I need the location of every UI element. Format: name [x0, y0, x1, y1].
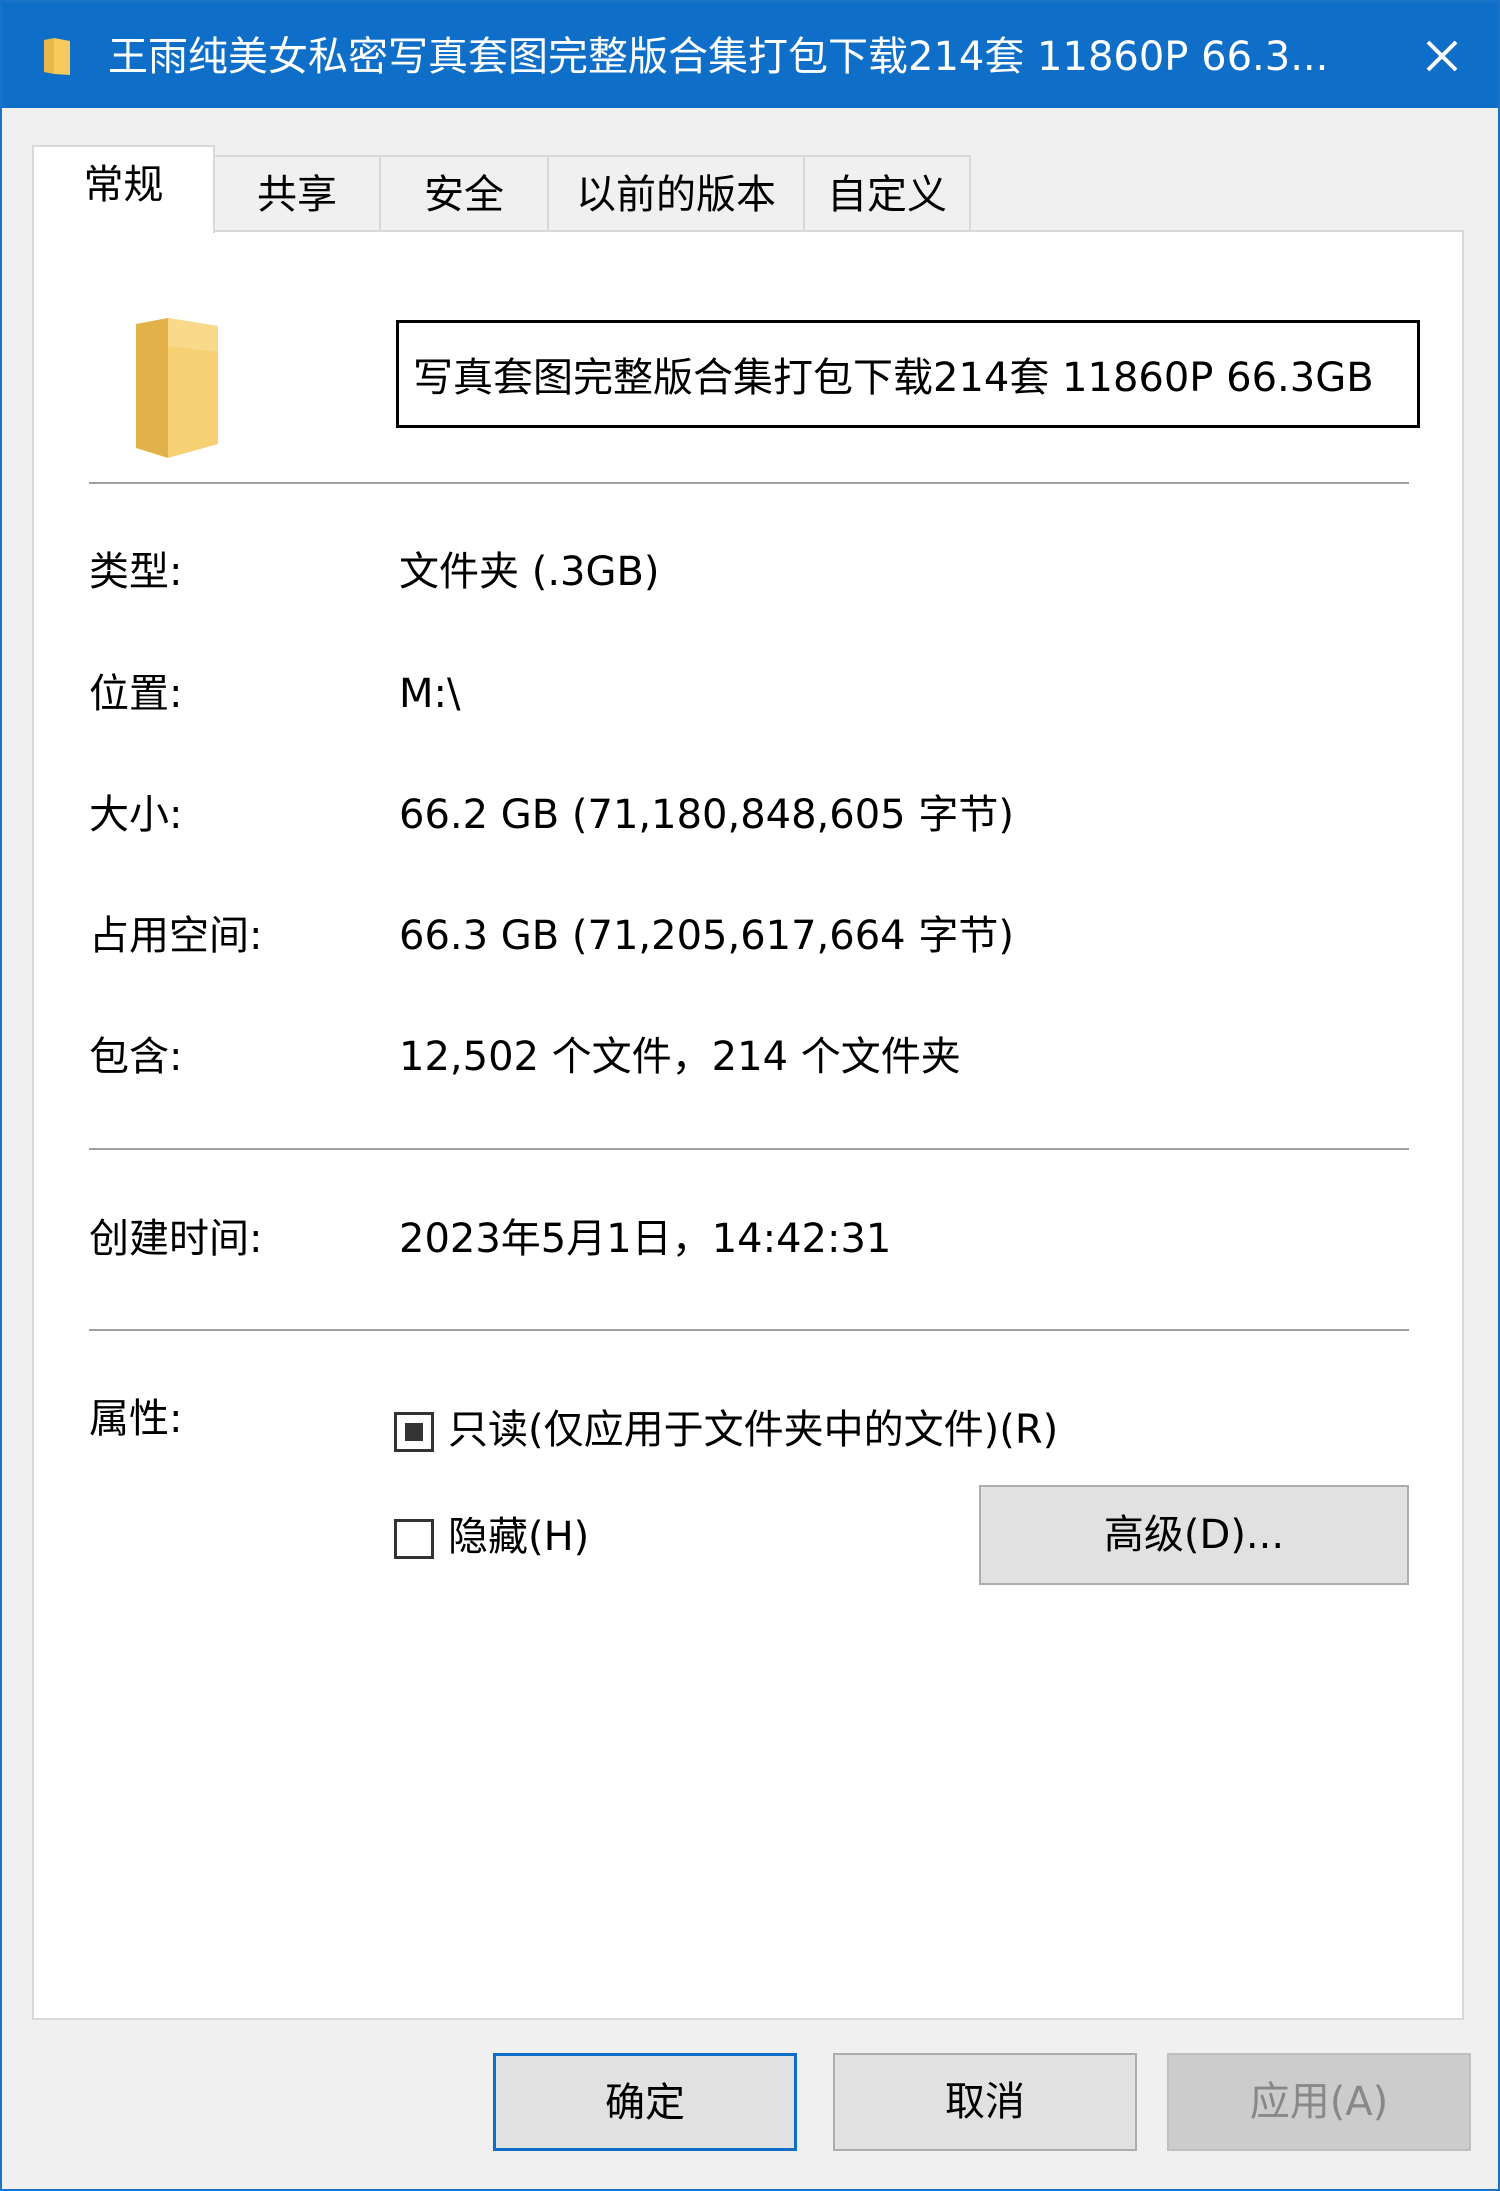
hidden-checkbox-label: 隐藏(H)	[448, 1514, 590, 1560]
ok-button[interactable]: 确定	[493, 2053, 797, 2151]
size-value: 66.2 GB (71,180,848,605 字节)	[399, 792, 1014, 838]
location-label: 位置:	[89, 671, 183, 717]
created-label: 创建时间:	[89, 1216, 263, 1262]
attributes-label: 属性:	[89, 1396, 183, 1442]
tab-security[interactable]: 安全	[379, 155, 549, 231]
advanced-button[interactable]: 高级(D)...	[979, 1485, 1409, 1585]
apply-button[interactable]: 应用(A)	[1167, 2053, 1471, 2151]
readonly-checkbox-row[interactable]: 只读(仅应用于文件夹中的文件)(R)	[394, 1400, 1058, 1460]
properties-dialog: 王雨纯美女私密写真套图完整版合集打包下载214套 11860P 66.3... …	[0, 0, 1500, 2191]
hidden-checkbox[interactable]	[394, 1519, 434, 1559]
large-folder-icon	[136, 318, 218, 458]
close-icon[interactable]	[1402, 20, 1482, 92]
location-value: M:\	[399, 671, 461, 717]
created-value: 2023年5月1日，14:42:31	[399, 1216, 892, 1262]
divider	[89, 1329, 1409, 1331]
window-title: 王雨纯美女私密写真套图完整版合集打包下载214套 11860P 66.3...	[108, 34, 1329, 80]
folder-icon	[44, 38, 70, 75]
tab-general[interactable]: 常规	[32, 145, 215, 233]
tab-customize[interactable]: 自定义	[803, 155, 971, 231]
contains-label: 包含:	[89, 1034, 183, 1080]
hidden-checkbox-row[interactable]: 隐藏(H)	[394, 1507, 589, 1567]
title-bar[interactable]: 王雨纯美女私密写真套图完整版合集打包下载214套 11860P 66.3...	[2, 2, 1498, 108]
cancel-button[interactable]: 取消	[833, 2053, 1137, 2151]
tab-sharing[interactable]: 共享	[213, 155, 381, 231]
size-on-disk-value: 66.3 GB (71,205,617,664 字节)	[399, 913, 1014, 959]
size-on-disk-label: 占用空间:	[89, 913, 263, 959]
size-label: 大小:	[89, 792, 183, 838]
folder-name-input[interactable]	[396, 320, 1420, 428]
readonly-checkbox[interactable]	[394, 1412, 434, 1452]
contains-value: 12,502 个文件，214 个文件夹	[399, 1034, 961, 1080]
divider	[89, 482, 1409, 484]
divider	[89, 1148, 1409, 1150]
type-label: 类型:	[89, 549, 183, 595]
type-value: 文件夹 (.3GB)	[399, 549, 660, 595]
general-tab-panel: 类型: 文件夹 (.3GB) 位置: M:\ 大小: 66.2 GB (71,1…	[32, 230, 1464, 2020]
tab-previous-versions[interactable]: 以前的版本	[547, 155, 805, 231]
readonly-checkbox-label: 只读(仅应用于文件夹中的文件)(R)	[448, 1407, 1059, 1453]
